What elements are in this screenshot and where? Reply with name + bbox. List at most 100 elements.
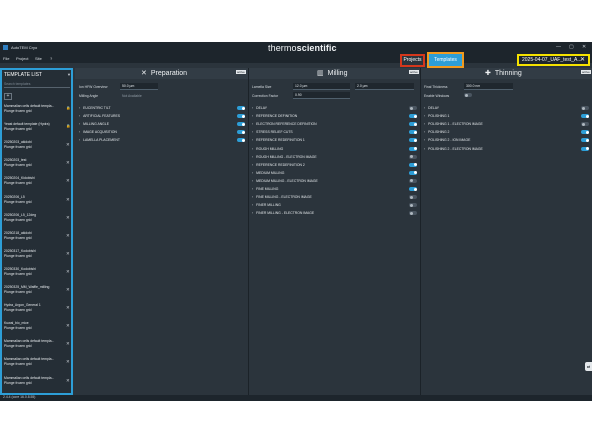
template-list-item[interactable]: Mammalian cells default templa... Plunge …: [4, 376, 71, 390]
milling-step-row[interactable]: › REFERENCE DEFINITION: [252, 113, 419, 121]
chevron-right-icon[interactable]: ›: [79, 138, 80, 142]
milling-step-row[interactable]: › FINE MILLING - ELECTRON IMAGE: [252, 194, 419, 202]
chevron-right-icon[interactable]: ›: [252, 163, 253, 167]
delete-template-icon[interactable]: ✕: [66, 160, 70, 166]
step-toggle[interactable]: [409, 106, 417, 110]
milling-step-row[interactable]: › REFERENCE REDEFINITION 1: [252, 137, 419, 145]
chevron-right-icon[interactable]: ›: [252, 106, 253, 110]
template-list-item[interactable]: 20250325_MM_Waffle_milling Plunge frozen …: [4, 285, 71, 299]
step-toggle[interactable]: [409, 122, 417, 127]
template-list-item[interactable]: 20250206_L5 Plunge frozen grid ✕: [4, 195, 71, 209]
menu-help[interactable]: ?: [50, 56, 52, 61]
step-toggle[interactable]: [581, 122, 589, 127]
step-toggle[interactable]: [409, 154, 417, 159]
menu-site[interactable]: Site: [35, 56, 42, 61]
step-toggle[interactable]: [409, 146, 417, 151]
chevron-right-icon[interactable]: ›: [252, 179, 253, 183]
template-list-item[interactable]: 20250204_Kidobishi Plunge frozen grid ✕: [4, 176, 71, 190]
chevron-right-icon[interactable]: ›: [252, 147, 253, 151]
step-toggle[interactable]: [581, 138, 589, 143]
preparation-step-row[interactable]: › LAMELLA PLACEMENT: [79, 137, 247, 145]
delete-template-icon[interactable]: ✕: [66, 378, 70, 384]
template-list-item[interactable]: 20250317_Kodobishi Plunge frozen grid ✕: [4, 249, 71, 263]
milling-step-row[interactable]: › MEDIUM MILLING: [252, 170, 419, 178]
chevron-right-icon[interactable]: ›: [79, 106, 80, 110]
thinning-step-row[interactable]: › POLISHING 2: [424, 129, 591, 137]
chevron-right-icon[interactable]: ›: [252, 130, 253, 134]
delete-template-icon[interactable]: ✕: [66, 359, 70, 365]
session-close-icon[interactable]: ✕: [580, 56, 585, 64]
chevron-right-icon[interactable]: ›: [252, 211, 253, 215]
chevron-right-icon[interactable]: ›: [424, 122, 425, 126]
side-panel-icon[interactable]: ⇄: [585, 362, 592, 371]
preparation-step-row[interactable]: › MILLING ANGLE: [79, 121, 247, 129]
template-list-item[interactable]: 20250203_test Plunge frozen grid ✕: [4, 158, 71, 172]
thinning-step-row[interactable]: › DELAY: [424, 105, 591, 113]
final-thickness-field[interactable]: 300.0 nm: [464, 83, 513, 90]
template-search-input[interactable]: Search templates: [4, 81, 70, 88]
chevron-right-icon[interactable]: ›: [424, 130, 425, 134]
chevron-right-icon[interactable]: ›: [79, 122, 80, 126]
delete-template-icon[interactable]: ✕: [66, 341, 70, 347]
correction-factor-field[interactable]: 0.90: [293, 92, 350, 99]
chevron-right-icon[interactable]: ›: [252, 122, 253, 126]
step-toggle[interactable]: [581, 106, 589, 110]
chevron-right-icon[interactable]: ›: [252, 114, 253, 118]
template-list-item[interactable]: 20250206_L5_12deg Plunge frozen grid ✕: [4, 213, 71, 227]
session-tab[interactable]: 2025-04-07_UAF_test_A... ✕: [517, 54, 590, 66]
step-toggle[interactable]: [409, 114, 417, 119]
step-toggle[interactable]: [409, 203, 417, 208]
step-toggle[interactable]: [409, 170, 417, 175]
template-list-item[interactable]: Kuwai_bio_mice Plunge frozen grid ✕: [4, 321, 71, 335]
template-list-item[interactable]: Hydra_Argon_General 1 Plunge frozen grid ✕: [4, 303, 71, 317]
step-toggle[interactable]: [409, 138, 417, 143]
step-toggle[interactable]: [237, 138, 245, 143]
milling-step-row[interactable]: › STRESS RELIEF CUTS: [252, 129, 419, 137]
chevron-right-icon[interactable]: ›: [252, 203, 253, 207]
milling-step-row[interactable]: › FINER MILLING: [252, 202, 419, 210]
milling-step-row[interactable]: › FINER MILLING - ELECTRON IMAGE: [252, 210, 419, 218]
milling-step-row[interactable]: › FINE MILLING: [252, 186, 419, 194]
chevron-right-icon[interactable]: ›: [252, 171, 253, 175]
delete-template-icon[interactable]: ✕: [66, 287, 70, 293]
chevron-right-icon[interactable]: ›: [252, 195, 253, 199]
minimize-icon[interactable]: —: [556, 44, 561, 50]
step-toggle[interactable]: [581, 146, 589, 151]
thinning-step-row[interactable]: › POLISHING 2 - ELECTRON IMAGE: [424, 146, 591, 154]
chevron-right-icon[interactable]: ›: [424, 147, 425, 151]
thinning-step-row[interactable]: › POLISHING 1: [424, 113, 591, 121]
step-toggle[interactable]: [409, 195, 417, 200]
template-list-item[interactable]: Mammalian cells default templa... Plunge …: [4, 357, 71, 371]
template-list-item[interactable]: 20250203_akidobi Plunge frozen grid ✕: [4, 140, 71, 154]
delete-template-icon[interactable]: ✕: [66, 251, 70, 257]
thinning-step-row[interactable]: › POLISHING 2 - ION IMAGE: [424, 137, 591, 145]
template-list-item[interactable]: Yeast default template (Hydra) Plunge fro…: [4, 122, 71, 136]
milling-step-row[interactable]: › ROUGH MILLING - ELECTRON IMAGE: [252, 154, 419, 162]
step-toggle[interactable]: [409, 178, 417, 183]
delete-template-icon[interactable]: ✕: [66, 233, 70, 239]
lamella-width-field[interactable]: 12.0 µm: [293, 83, 350, 90]
chevron-right-icon[interactable]: ›: [424, 114, 425, 118]
step-toggle[interactable]: [237, 114, 245, 119]
delete-template-icon[interactable]: ✕: [66, 197, 70, 203]
chevron-right-icon[interactable]: ›: [424, 106, 425, 110]
milling-step-row[interactable]: › DELAY: [252, 105, 419, 113]
chevron-right-icon[interactable]: ›: [79, 114, 80, 118]
templates-button[interactable]: Templates: [427, 52, 464, 68]
menu-file[interactable]: File: [3, 56, 9, 61]
preparation-step-row[interactable]: › ARTIFICIAL FEATURES: [79, 113, 247, 121]
step-toggle[interactable]: [237, 106, 245, 110]
chevron-right-icon[interactable]: ›: [424, 138, 425, 142]
menu-project[interactable]: Project: [16, 56, 28, 61]
add-template-button[interactable]: +: [4, 93, 12, 100]
filter-icon[interactable]: ▼: [67, 72, 71, 77]
step-toggle[interactable]: [409, 187, 417, 191]
delete-template-icon[interactable]: ✕: [66, 142, 70, 148]
close-icon[interactable]: ✕: [582, 44, 586, 50]
milling-step-row[interactable]: › ROUGH MILLING: [252, 146, 419, 154]
maximize-icon[interactable]: ▢: [569, 44, 574, 50]
delete-template-icon[interactable]: ✕: [66, 178, 70, 184]
milling-step-row[interactable]: › REFERENCE REDEFINITION 2: [252, 162, 419, 170]
projects-button[interactable]: Projects: [400, 54, 425, 67]
delete-template-icon[interactable]: ✕: [66, 323, 70, 329]
